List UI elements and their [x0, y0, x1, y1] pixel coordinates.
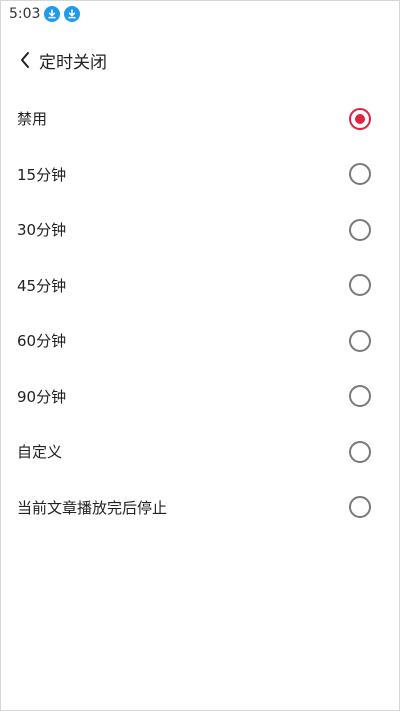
- radio-button[interactable]: [349, 496, 371, 519]
- option-label: 15分钟: [17, 165, 67, 184]
- option-45-min[interactable]: 45分钟: [1, 258, 399, 314]
- option-label: 45分钟: [17, 276, 67, 295]
- option-custom[interactable]: 自定义: [1, 424, 399, 480]
- radio-button[interactable]: [349, 218, 371, 241]
- chevron-left-icon: [21, 52, 29, 68]
- screen: 5:03 定时关闭 禁用 15分钟 30分钟 45分钟 60分钟 90分钟 自定…: [0, 0, 400, 711]
- download-icon: [44, 6, 61, 22]
- radio-button[interactable]: [349, 163, 371, 186]
- page-title: 定时关闭: [39, 52, 107, 73]
- download-icon: [64, 6, 81, 22]
- option-label: 60分钟: [17, 332, 67, 351]
- radio-button[interactable]: [349, 440, 371, 463]
- option-60-min[interactable]: 60分钟: [1, 313, 399, 369]
- option-label: 禁用: [17, 110, 48, 129]
- radio-button[interactable]: [349, 107, 371, 130]
- option-label: 90分钟: [17, 387, 67, 406]
- option-disabled[interactable]: 禁用: [1, 91, 399, 147]
- option-30-min[interactable]: 30分钟: [1, 202, 399, 258]
- status-bar: 5:03: [1, 1, 399, 27]
- header: 定时关闭: [1, 43, 399, 77]
- option-label: 自定义: [17, 443, 63, 462]
- radio-selected-dot: [355, 113, 365, 124]
- option-stop-after-article[interactable]: 当前文章播放完后停止: [1, 480, 399, 536]
- timer-options-list: 禁用 15分钟 30分钟 45分钟 60分钟 90分钟 自定义 当前文章播放完后…: [1, 91, 399, 535]
- radio-button[interactable]: [349, 385, 371, 408]
- option-90-min[interactable]: 90分钟: [1, 369, 399, 425]
- radio-button[interactable]: [349, 274, 371, 297]
- option-label: 30分钟: [17, 221, 67, 240]
- option-15-min[interactable]: 15分钟: [1, 147, 399, 203]
- status-time: 5:03: [9, 6, 41, 22]
- radio-button[interactable]: [349, 329, 371, 352]
- back-button[interactable]: [13, 43, 37, 77]
- option-label: 当前文章播放完后停止: [17, 498, 168, 517]
